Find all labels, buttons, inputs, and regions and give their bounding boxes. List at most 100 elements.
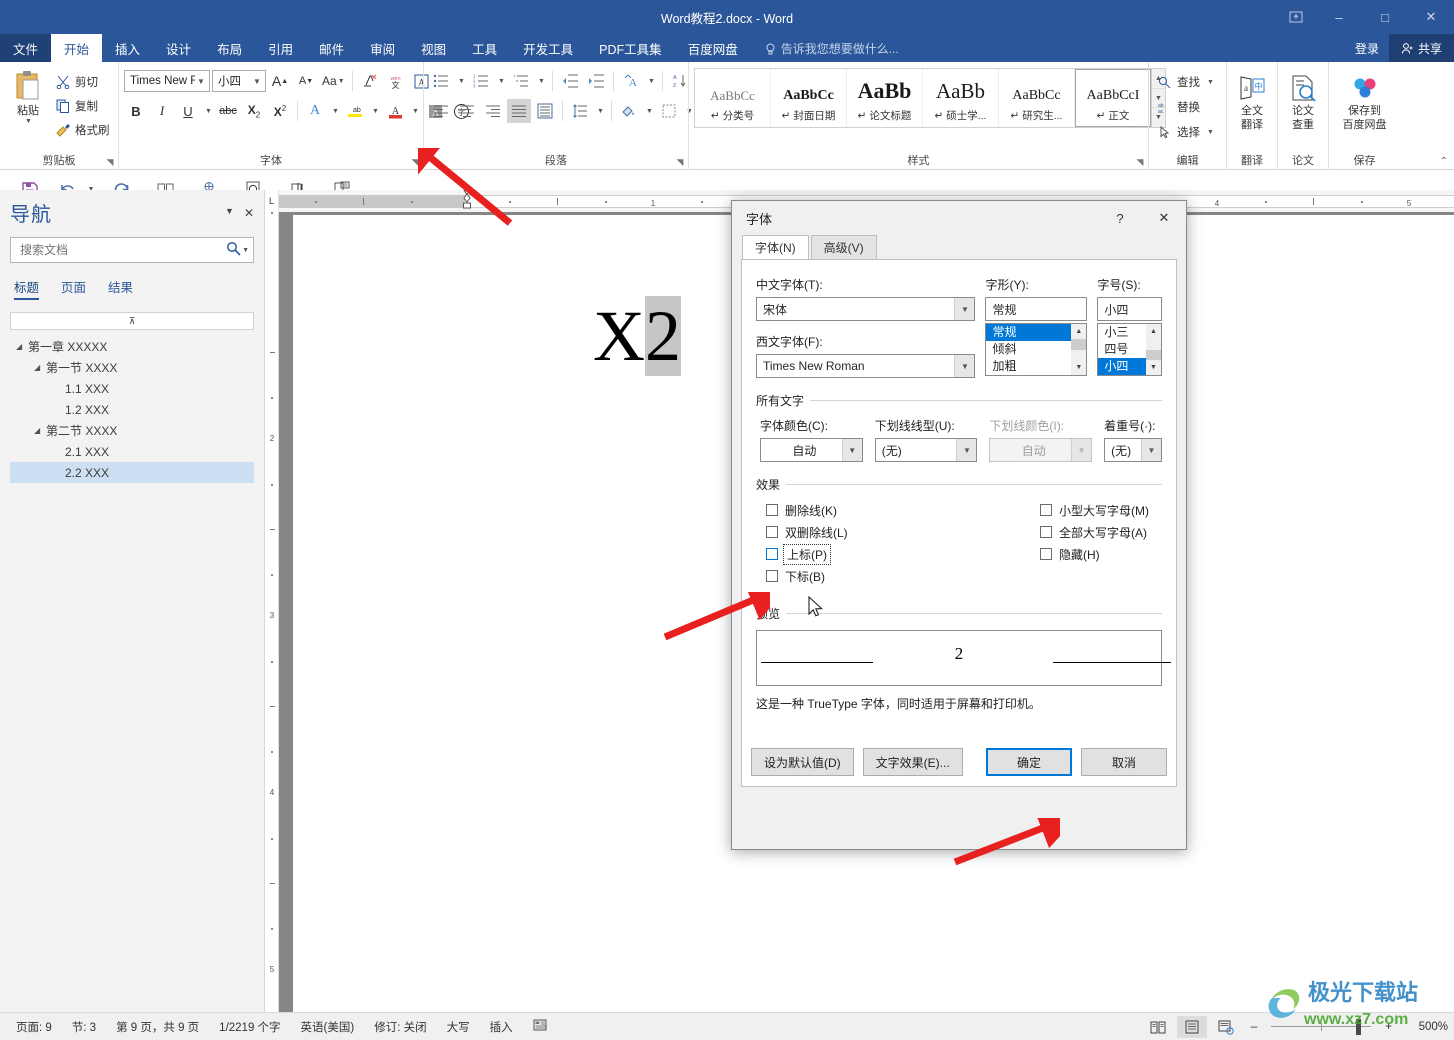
nav-tab-results[interactable]: 结果 bbox=[108, 277, 133, 300]
read-mode-icon[interactable] bbox=[1143, 1016, 1173, 1038]
style-item[interactable]: AaBb ↵ 论文标题 bbox=[847, 69, 923, 127]
tab-tools[interactable]: 工具 bbox=[459, 34, 510, 62]
styles-gallery[interactable]: AaBbCc ↵ 分类号 AaBbCc ↵ 封面日期 AaBb ↵ 论文标题 A… bbox=[694, 68, 1166, 128]
status-page-number[interactable]: 页面: 9 bbox=[6, 1019, 62, 1035]
multilevel-list-icon[interactable]: 1a bbox=[509, 69, 533, 93]
distribute-icon[interactable] bbox=[533, 99, 557, 123]
tab-view[interactable]: 视图 bbox=[408, 34, 459, 62]
phonetic-guide-icon[interactable]: wén 文 bbox=[384, 69, 408, 93]
dialog-tab-font[interactable]: 字体(N) bbox=[742, 235, 809, 259]
font-size-combo[interactable]: 小四 ▼ bbox=[212, 70, 266, 92]
zoom-out-button[interactable]: – bbox=[1245, 1021, 1263, 1033]
style-item[interactable]: AaBbCc ↵ 研究生... bbox=[999, 69, 1075, 127]
chevron-down-icon[interactable]: ▼ bbox=[956, 439, 977, 461]
tab-design[interactable]: 设计 bbox=[153, 34, 204, 62]
chevron-down-icon[interactable]: ▼ bbox=[841, 439, 862, 461]
save-to-baidu-button[interactable]: 保存到 百度网盘 bbox=[1334, 68, 1395, 138]
ok-button[interactable]: 确定 bbox=[986, 748, 1072, 776]
set-default-button[interactable]: 设为默认值(D) bbox=[751, 748, 854, 776]
strikethrough-checkbox-row[interactable]: 删除线(K) bbox=[766, 499, 1040, 521]
close-button[interactable]: ✕ bbox=[1408, 0, 1454, 34]
search-input[interactable] bbox=[18, 242, 227, 258]
align-left-icon[interactable] bbox=[429, 99, 453, 123]
latin-font-combo[interactable]: Times New Roman ▼ bbox=[756, 354, 976, 378]
small-caps-checkbox-row[interactable]: 小型大写字母(M) bbox=[1040, 499, 1162, 521]
font-style-option[interactable]: 倾斜 bbox=[986, 341, 1071, 358]
font-style-option[interactable]: 常规 bbox=[986, 324, 1072, 341]
hidden-checkbox-row[interactable]: 隐藏(H) bbox=[1040, 543, 1162, 565]
font-size-option[interactable]: 小四 bbox=[1098, 358, 1146, 375]
expand-triangle-icon[interactable]: ◢ bbox=[16, 342, 28, 351]
tab-file[interactable]: 文件 bbox=[0, 34, 52, 62]
underline-style-combo[interactable]: (无) ▼ bbox=[874, 438, 978, 462]
decrease-indent-icon[interactable] bbox=[558, 69, 582, 93]
nav-heading-item[interactable]: 1.2 XXX bbox=[10, 399, 254, 420]
increase-indent-icon[interactable] bbox=[584, 69, 608, 93]
font-name-combo[interactable]: Times New F ▼ bbox=[124, 70, 210, 92]
cn-font-combo[interactable]: 宋体 ▼ bbox=[756, 297, 976, 321]
tab-developer[interactable]: 开发工具 bbox=[510, 34, 586, 62]
zoom-in-button[interactable]: + bbox=[1379, 1021, 1398, 1033]
tell-me-box[interactable]: 告诉我您想要做什么... bbox=[751, 34, 899, 62]
search-dropdown-icon[interactable]: ▼ bbox=[241, 247, 249, 254]
numbering-dropdown[interactable]: ▼ bbox=[495, 69, 507, 93]
collapse-ribbon-icon[interactable]: ⌃ bbox=[1440, 156, 1448, 167]
nav-heading-item[interactable]: 1.1 XXX bbox=[10, 378, 254, 399]
font-style-listbox[interactable]: 常规 倾斜 加粗 ▲ ▼ bbox=[985, 323, 1088, 376]
font-size-scrollbar[interactable]: ▲ ▼ bbox=[1146, 324, 1161, 375]
shading-dropdown[interactable]: ▼ bbox=[643, 99, 655, 123]
tab-baidu-netdisk[interactable]: 百度网盘 bbox=[675, 34, 751, 62]
styles-dialog-launcher[interactable]: ◥ bbox=[1134, 156, 1146, 168]
chevron-down-icon[interactable]: ▼ bbox=[954, 298, 975, 320]
ribbon-display-options-icon[interactable] bbox=[1276, 0, 1316, 34]
zoom-level[interactable]: 500% bbox=[1402, 1021, 1448, 1033]
status-page-count[interactable]: 第 9 页，共 9 页 bbox=[106, 1019, 209, 1035]
double-strikethrough-checkbox-row[interactable]: 双删除线(L) bbox=[766, 521, 1040, 543]
status-macro-icon[interactable] bbox=[523, 1018, 557, 1035]
style-item[interactable]: AaBbCc ↵ 封面日期 bbox=[771, 69, 847, 127]
bold-button[interactable]: B bbox=[124, 99, 148, 123]
status-insert[interactable]: 插入 bbox=[480, 1019, 523, 1035]
highlight-icon[interactable]: ab bbox=[343, 99, 367, 123]
status-section[interactable]: 节: 3 bbox=[62, 1019, 106, 1035]
all-caps-checkbox[interactable] bbox=[1040, 526, 1052, 538]
font-size-option[interactable]: 小三 bbox=[1098, 324, 1146, 341]
grow-font-button[interactable]: A ▲ bbox=[268, 69, 292, 93]
emphasis-combo[interactable]: (无) ▼ bbox=[1104, 438, 1162, 462]
navigation-options-icon[interactable]: ▼ bbox=[225, 206, 234, 220]
tab-review[interactable]: 审阅 bbox=[357, 34, 408, 62]
tab-mailings[interactable]: 邮件 bbox=[306, 34, 357, 62]
zoom-slider[interactable] bbox=[1267, 1016, 1375, 1038]
chevron-down-icon[interactable]: ▼ bbox=[1141, 439, 1161, 461]
small-caps-checkbox[interactable] bbox=[1040, 504, 1052, 516]
highlight-dropdown[interactable]: ▼ bbox=[369, 99, 381, 123]
bullets-dropdown[interactable]: ▼ bbox=[455, 69, 467, 93]
chevron-down-icon[interactable]: ▼ bbox=[954, 355, 975, 377]
bullets-icon[interactable] bbox=[429, 69, 453, 93]
nav-heading-item[interactable]: ◢ 第二节 XXXX bbox=[10, 420, 254, 441]
shrink-font-button[interactable]: A ▼ bbox=[294, 69, 318, 93]
font-size-option[interactable]: 四号 bbox=[1098, 341, 1146, 358]
hidden-checkbox[interactable] bbox=[1040, 548, 1052, 560]
copy-button[interactable]: 复制 bbox=[53, 95, 113, 117]
font-color-icon[interactable]: A bbox=[383, 99, 407, 123]
tab-pdf-toolkit[interactable]: PDF工具集 bbox=[586, 34, 675, 62]
status-track-changes[interactable]: 修订: 关闭 bbox=[364, 1019, 436, 1035]
find-button[interactable]: 查找 ▼ bbox=[1154, 70, 1218, 94]
search-icon[interactable] bbox=[226, 241, 241, 259]
shading-icon[interactable] bbox=[617, 99, 641, 123]
strikethrough-button[interactable]: abc bbox=[216, 99, 240, 123]
style-item[interactable]: AaBbCc ↵ 分类号 bbox=[695, 69, 771, 127]
dialog-tab-advanced[interactable]: 高级(V) bbox=[810, 235, 877, 259]
status-word-count[interactable]: 1/2219 个字 bbox=[209, 1019, 290, 1035]
tab-insert[interactable]: 插入 bbox=[102, 34, 153, 62]
replace-button[interactable]: ab ac 替换 bbox=[1154, 95, 1204, 119]
expand-triangle-icon[interactable]: ◢ bbox=[34, 426, 46, 435]
tab-home[interactable]: 开始 bbox=[51, 34, 103, 62]
sign-in-button[interactable]: 登录 bbox=[1345, 40, 1389, 57]
thesis-check-button[interactable]: 论文 查重 bbox=[1283, 68, 1323, 138]
paragraph-dialog-launcher[interactable]: ◥ bbox=[674, 156, 686, 168]
strikethrough-checkbox[interactable] bbox=[766, 504, 778, 516]
text-effects-dropdown[interactable]: ▼ bbox=[329, 99, 341, 123]
nav-heading-item[interactable]: ◢ 第一章 XXXXX bbox=[10, 336, 254, 357]
